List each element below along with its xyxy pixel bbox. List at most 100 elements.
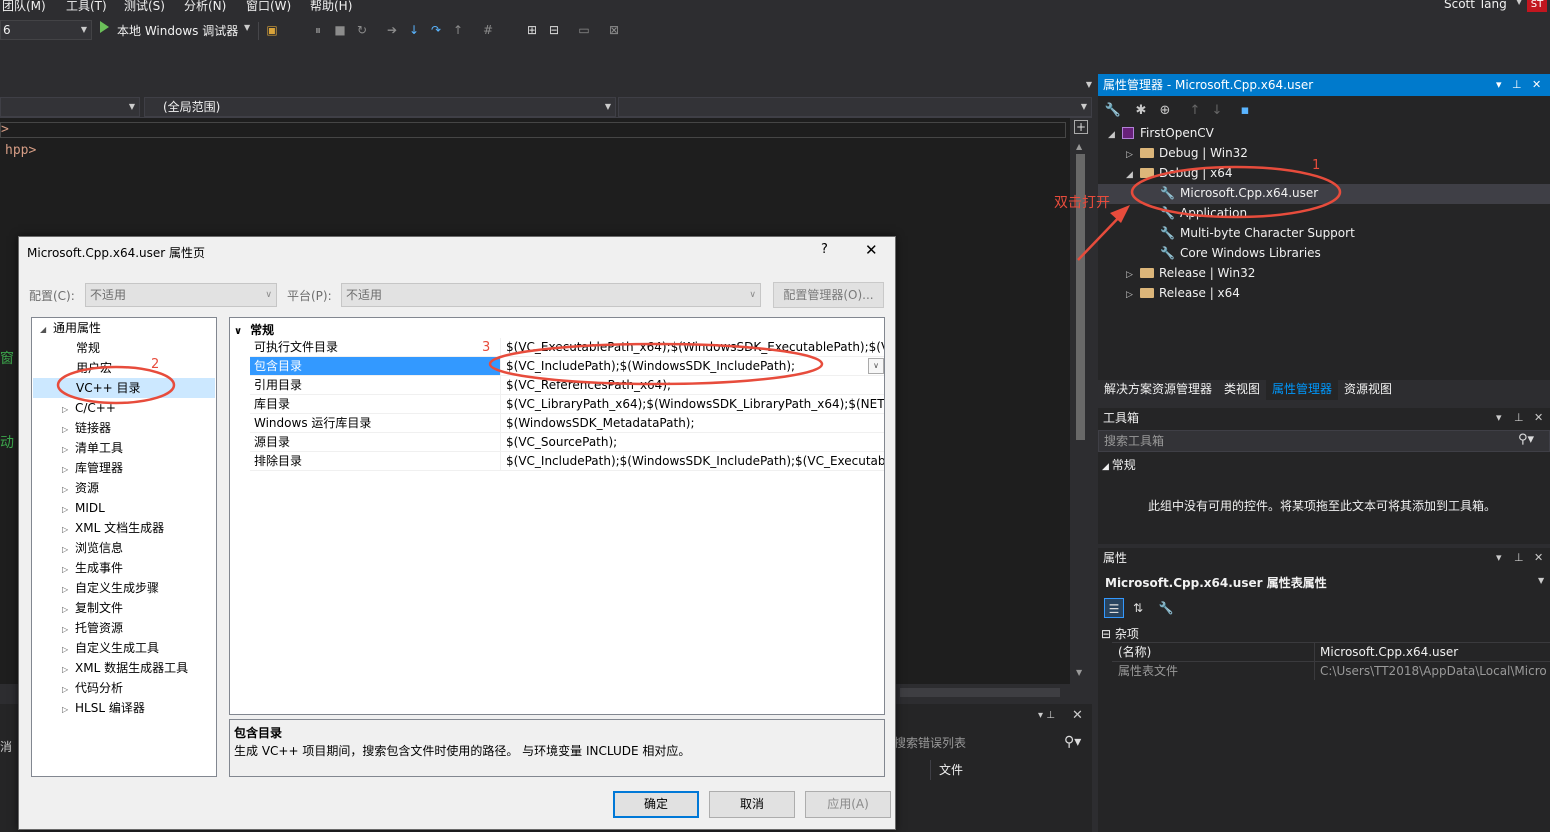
close-icon[interactable]: ✕	[1534, 548, 1543, 568]
grid-row-library-dirs[interactable]: 库目录 $(VC_LibraryPath_x64);$(WindowsSDK_L…	[250, 395, 884, 414]
show-next-statement-icon[interactable]: ➔	[384, 22, 400, 38]
collapsed-icon[interactable]: ▷	[62, 640, 75, 660]
bookmark-next-icon[interactable]: ⊟	[546, 22, 562, 38]
tree-item-c-cpp[interactable]: ▷ C/C++	[62, 398, 116, 418]
property-row-sheet-file[interactable]: 属性表文件 C:\Users\TT2018\AppData\Local\Micr…	[1112, 661, 1550, 680]
step-into-icon[interactable]: ↓	[406, 22, 422, 38]
grid-row-exclude-dirs[interactable]: 排除目录 $(VC_IncludePath);$(WindowsSDK_Incl…	[250, 452, 884, 471]
tree-debug-x64[interactable]: ◢ Debug | x64	[1126, 163, 1233, 183]
grid-value[interactable]: $(VC_SourcePath);	[506, 433, 617, 451]
pin-icon[interactable]: ▾ ⊥	[1038, 710, 1055, 721]
property-category-misc[interactable]: ⊟ 杂项	[1101, 625, 1139, 642]
chevron-down-icon[interactable]: ▼	[1516, 0, 1522, 6]
tree-item-browse-info[interactable]: ▷ 浏览信息	[62, 538, 123, 558]
close-icon[interactable]: ✕	[1072, 708, 1083, 723]
apply-button[interactable]: 应用(A)	[805, 791, 891, 818]
tab-class-view[interactable]: 类视图	[1218, 380, 1266, 400]
collapsed-icon[interactable]: ▷	[62, 420, 75, 440]
close-icon[interactable]: ✕	[1532, 74, 1541, 96]
grid-value[interactable]: $(WindowsSDK_MetadataPath);	[506, 414, 695, 432]
grid-value[interactable]: $(VC_ExecutablePath_x64);$(WindowsSDK_Ex…	[506, 338, 884, 356]
properties-object-name[interactable]: Microsoft.Cpp.x64.user 属性表属性	[1105, 574, 1327, 591]
chevron-down-icon[interactable]: ▼	[244, 23, 250, 32]
grid-row-winrt-dirs[interactable]: Windows 运行库目录 $(WindowsSDK_MetadataPath)…	[250, 414, 884, 433]
scroll-down-icon[interactable]: ▼	[1076, 668, 1082, 677]
properties-wrench-icon[interactable]: 🔧	[1104, 102, 1122, 120]
pause-icon[interactable]: ⏸	[310, 22, 326, 38]
collapsed-icon[interactable]: ▷	[62, 620, 75, 640]
chevron-down-icon[interactable]: ∨	[868, 358, 884, 374]
restart-icon[interactable]: ↻	[354, 22, 370, 38]
collapsed-icon[interactable]: ▷	[62, 560, 75, 580]
step-over-icon[interactable]: ↷	[428, 22, 444, 38]
collapsed-icon[interactable]: ▷	[62, 700, 75, 720]
collapsed-icon[interactable]: ▷	[1126, 145, 1140, 165]
tree-item-user-macros[interactable]: 用户宏	[76, 358, 112, 378]
code-line[interactable]: >	[0, 122, 1066, 138]
collapsed-icon[interactable]: ▷	[62, 680, 75, 700]
menu-analyze[interactable]: 分析(N)	[184, 0, 226, 14]
expanded-icon[interactable]: ◢	[40, 320, 53, 340]
menu-help[interactable]: 帮助(H)	[310, 0, 352, 14]
scroll-up-icon[interactable]: ▲	[1076, 142, 1082, 151]
grid-value[interactable]: $(VC_IncludePath);$(WindowsSDK_IncludePa…	[506, 357, 795, 375]
tree-sheet-multibyte[interactable]: 🔧 Multi-byte Character Support	[1160, 223, 1355, 243]
messages-label[interactable]: 消	[0, 738, 12, 755]
collapsed-icon[interactable]: ▷	[1126, 285, 1140, 305]
tree-item-hlsl-compiler[interactable]: ▷ HLSL 编译器	[62, 698, 145, 718]
tree-item-manifest-tool[interactable]: ▷ 清单工具	[62, 438, 123, 458]
tree-item-custom-build-step[interactable]: ▷ 自定义生成步骤	[62, 578, 159, 598]
grid-value[interactable]: $(VC_ReferencesPath_x64);	[506, 376, 671, 394]
tree-release-x64[interactable]: ▷ Release | x64	[1126, 283, 1240, 303]
tree-release-win32[interactable]: ▷ Release | Win32	[1126, 263, 1255, 283]
menu-tools[interactable]: 工具(T)	[66, 0, 107, 14]
grid-value[interactable]: $(VC_LibraryPath_x64);$(WindowsSDK_Libra…	[506, 395, 884, 413]
search-icon[interactable]: ⚲▾	[1064, 734, 1081, 750]
property-pages-wrench-icon[interactable]: 🔧	[1156, 598, 1176, 618]
pin-icon[interactable]: ⊥	[1512, 74, 1522, 96]
search-icon[interactable]: ⚲▾	[1518, 432, 1534, 447]
tree-item-librarian[interactable]: ▷ 库管理器	[62, 458, 123, 478]
find-in-files-icon[interactable]: ▣	[264, 22, 280, 38]
tree-item-xml-doc-generator[interactable]: ▷ XML 文档生成器	[62, 518, 164, 538]
collapsed-icon[interactable]: ▷	[62, 400, 75, 420]
collapsed-icon[interactable]: ▷	[62, 580, 75, 600]
tree-item-resources[interactable]: ▷ 资源	[62, 478, 99, 498]
tree-sheet-core-libs[interactable]: 🔧 Core Windows Libraries	[1160, 243, 1321, 263]
close-icon[interactable]: ✕	[865, 241, 878, 259]
platform-select[interactable]: 不适用 ∨	[341, 283, 761, 307]
tree-item-vc-directories[interactable]: VC++ 目录	[76, 378, 141, 398]
tree-item-midl[interactable]: ▷ MIDL	[62, 498, 105, 518]
grid-row-executable-dirs[interactable]: 可执行文件目录 $(VC_ExecutablePath_x64);$(Windo…	[250, 338, 884, 357]
save-icon[interactable]: ▪	[1236, 102, 1254, 120]
step-out-icon[interactable]: ↑	[450, 22, 466, 38]
play-icon[interactable]	[100, 21, 109, 33]
scrollbar-thumb[interactable]	[900, 688, 1060, 697]
chevron-down-icon[interactable]: ▾	[1496, 548, 1502, 568]
tree-sheet-cpp-x64-user[interactable]: 🔧 Microsoft.Cpp.x64.user	[1160, 183, 1318, 203]
tree-item-managed-resources[interactable]: ▷ 托管资源	[62, 618, 123, 638]
project-nav-combo[interactable]: ▼	[0, 97, 140, 117]
config-select[interactable]: 不适用 ∨	[85, 283, 277, 307]
tree-item-general[interactable]: 常规	[76, 338, 100, 358]
tree-item-copy-file[interactable]: ▷ 复制文件	[62, 598, 123, 618]
collapsed-icon[interactable]: ▷	[62, 660, 75, 680]
move-down-icon[interactable]: ↓	[1208, 102, 1226, 120]
chevron-down-icon[interactable]: ▼	[1538, 576, 1544, 585]
run-debugger-button[interactable]: 本地 Windows 调试器	[117, 22, 238, 39]
collapsed-icon[interactable]: ▷	[62, 540, 75, 560]
collapsed-icon[interactable]: ▷	[62, 520, 75, 540]
collapsed-icon[interactable]: ▷	[62, 500, 75, 520]
menu-team[interactable]: 团队(M)	[2, 0, 46, 14]
configuration-manager-button[interactable]: 配置管理器(O)...	[773, 282, 884, 308]
collapsed-icon[interactable]: ▷	[62, 460, 75, 480]
user-name[interactable]: Scott Tang	[1444, 0, 1507, 11]
add-new-sheet-icon[interactable]: ⊕	[1156, 102, 1174, 120]
property-row-name[interactable]: (名称) Microsoft.Cpp.x64.user	[1112, 642, 1550, 661]
bookmark-icon[interactable]: ⊞	[524, 22, 540, 38]
avatar[interactable]: ST	[1527, 0, 1547, 12]
ok-button[interactable]: 确定	[613, 791, 699, 818]
grid-row-source-dirs[interactable]: 源目录 $(VC_SourcePath);	[250, 433, 884, 452]
tree-common-properties[interactable]: ◢ 通用属性	[40, 318, 101, 338]
column-header-file[interactable]: 文件	[930, 760, 1086, 780]
